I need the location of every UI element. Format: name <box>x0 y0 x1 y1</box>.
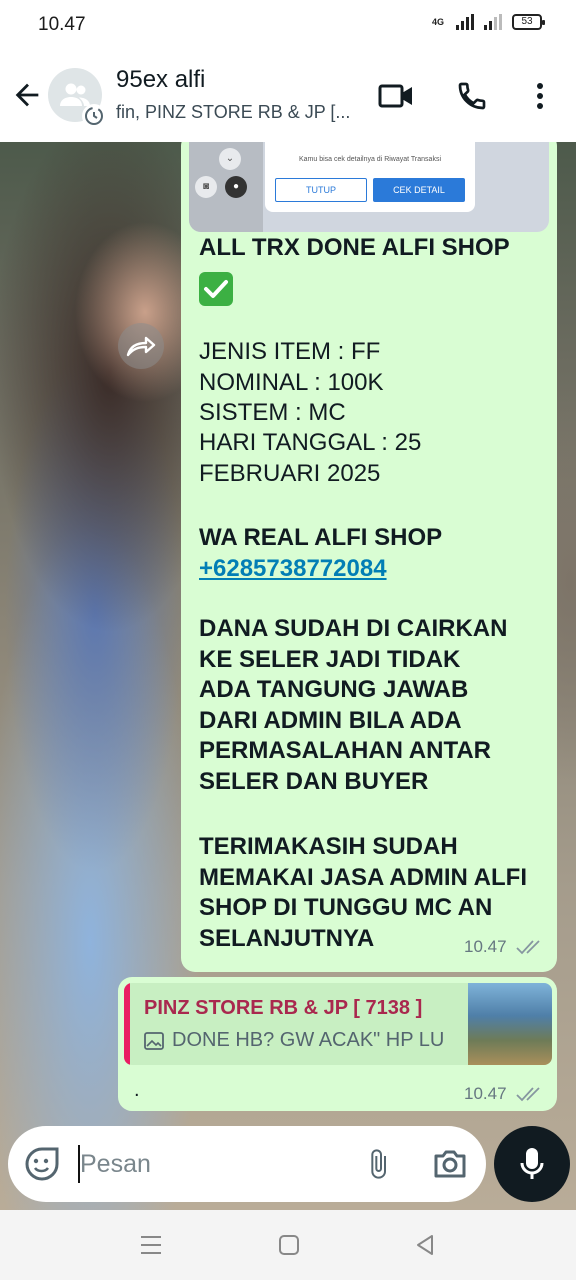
camera-icon[interactable] <box>432 1146 468 1187</box>
quote-thumbnail <box>468 983 552 1065</box>
network-type: 4G <box>431 17 444 27</box>
nominal: NOMINAL : 100K <box>199 369 384 396</box>
status-time: 10.47 <box>38 14 86 35</box>
more-vert-icon[interactable] <box>520 76 560 116</box>
signal-icon <box>456 14 474 30</box>
quote-sender: PINZ STORE RB & JP [ 7138 ] <box>144 997 423 1019</box>
back-nav-icon[interactable] <box>412 1232 438 1258</box>
wa-label: WA REAL ALFI SHOP <box>199 524 443 551</box>
notice-text: DANA SUDAH DI CAIRKAN KE SELER JADI TIDA… <box>199 615 508 795</box>
quote-accent-bar <box>124 983 130 1065</box>
check-mark-icon <box>199 272 233 306</box>
back-arrow-icon[interactable] <box>10 78 44 112</box>
image-preview[interactable]: ⌄ ◙ ● Kamu bisa cek detailnya di Riwayat… <box>189 142 549 232</box>
camera-icon: ◙ <box>195 176 217 198</box>
date-line: HARI TANGGAL : 25 <box>199 429 422 456</box>
paperclip-icon[interactable] <box>362 1146 394 1187</box>
system-nav-bar <box>0 1210 576 1280</box>
forward-icon[interactable] <box>118 323 164 369</box>
battery-icon: 53 <box>512 14 545 30</box>
system: SISTEM : MC <box>199 399 346 426</box>
quote-text: DONE HB? GW ACAK" HP LU <box>172 1029 445 1051</box>
chevron-down-icon: ⌄ <box>219 148 241 170</box>
signal-2-icon <box>484 14 502 30</box>
quoted-message[interactable]: PINZ STORE RB & JP [ 7138 ] DONE HB? GW … <box>124 983 552 1065</box>
message-bubble-reply[interactable]: PINZ STORE RB & JP [ 7138 ] DONE HB? GW … <box>118 977 557 1111</box>
read-ticks-icon <box>516 940 540 955</box>
item-type: JENIS ITEM : FF <box>199 338 381 365</box>
status-icons: 4G 53 <box>431 14 545 30</box>
sticker-icon[interactable] <box>24 1146 60 1187</box>
thanks-text: TERIMAKASIH SUDAH MEMAKAI JASA ADMIN ALF… <box>199 833 527 952</box>
video-call-icon[interactable] <box>376 76 416 116</box>
dialog-text: Kamu bisa cek detailnya di Riwayat Trans… <box>298 156 441 163</box>
message-input[interactable] <box>80 1144 340 1184</box>
phone-link[interactable]: +6285738772084 <box>199 555 387 583</box>
preview-detail-button: CEK DETAIL <box>373 178 465 202</box>
preview-dialog: Kamu bisa cek detailnya di Riwayat Trans… <box>265 142 475 212</box>
image-icon <box>144 1032 164 1050</box>
message-input-bar <box>8 1126 486 1202</box>
chat-title[interactable]: 95ex alfi <box>116 66 205 94</box>
mic-icon[interactable] <box>494 1126 570 1202</box>
message-bubble[interactable]: ⌄ ◙ ● Kamu bisa cek detailnya di Riwayat… <box>181 142 557 972</box>
preview-close-button: TUTUP <box>275 178 367 202</box>
recent-apps-icon[interactable] <box>138 1232 164 1258</box>
chat-area[interactable]: ⌄ ◙ ● Kamu bisa cek detailnya di Riwayat… <box>0 142 576 1210</box>
read-ticks-icon <box>516 1087 540 1102</box>
status-bar: 10.47 4G 53 <box>0 0 576 52</box>
reply-text: . <box>134 1079 140 1101</box>
date-line-2: FEBRUARI 2025 <box>199 460 381 487</box>
mic-icon: ● <box>225 176 247 198</box>
phone-icon[interactable] <box>452 76 492 116</box>
disappearing-timer-icon <box>82 104 106 128</box>
home-icon[interactable] <box>276 1232 302 1258</box>
message-headline: ALL TRX DONE ALFI SHOP <box>199 234 510 261</box>
chat-header: 95ex alfi fin, PINZ STORE RB & JP [... <box>0 52 576 142</box>
chat-subtitle[interactable]: fin, PINZ STORE RB & JP [... <box>116 102 350 123</box>
message-time: 10.47 <box>464 937 507 956</box>
message-time: 10.47 <box>464 1084 507 1103</box>
battery-level: 53 <box>521 16 533 27</box>
